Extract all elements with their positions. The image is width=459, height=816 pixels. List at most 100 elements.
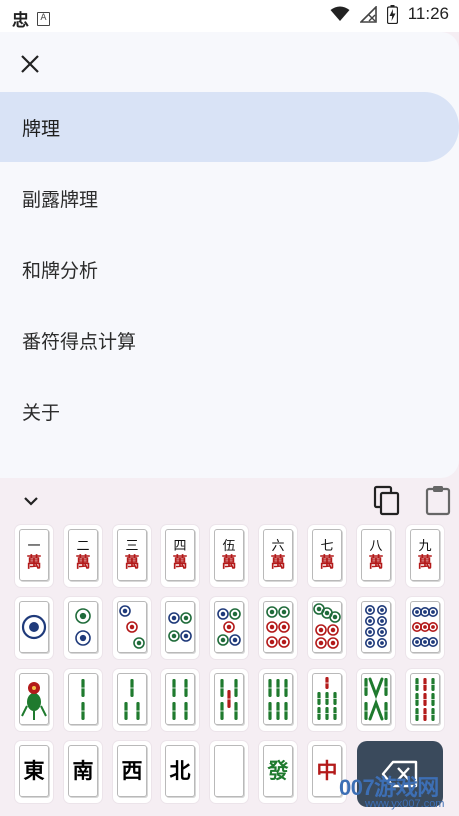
tile-suit: 萬: [221, 552, 237, 571]
site-watermark: 007游戏网 www.yx007.com: [335, 770, 459, 816]
tile-face: [410, 673, 440, 725]
tile-green-dragon[interactable]: 發: [259, 741, 297, 803]
tile-number: 八: [369, 538, 383, 554]
pin-2-icon: [75, 608, 91, 646]
battery-charging-icon: [386, 4, 398, 24]
tile-white-dragon[interactable]: [210, 741, 248, 803]
tile-4s[interactable]: [161, 669, 199, 731]
pin-dot-center: [380, 630, 384, 634]
tile-face: 二萬: [68, 529, 98, 581]
tile-suit: 萬: [75, 552, 91, 571]
tile-3m[interactable]: 三萬: [113, 525, 151, 587]
close-button[interactable]: [14, 48, 46, 80]
tile-face: 九萬: [410, 529, 440, 581]
tile-face: [68, 601, 98, 653]
tile-2s[interactable]: [64, 669, 102, 731]
bird-icon: [21, 682, 47, 720]
tile-1m[interactable]: 一萬: [15, 525, 53, 587]
menu-item-tile-efficiency[interactable]: 牌理: [0, 92, 459, 162]
menu-item-score-calculator[interactable]: 番符得点计算: [0, 305, 459, 375]
tile-4m[interactable]: 四萬: [161, 525, 199, 587]
collapse-keyboard-button[interactable]: [18, 488, 44, 514]
pin-dot-center: [380, 641, 384, 645]
tile-face: 三萬: [117, 529, 147, 581]
tile-8s[interactable]: [357, 669, 395, 731]
tile-south[interactable]: 南: [64, 741, 102, 803]
tile-west[interactable]: 西: [113, 741, 151, 803]
tile-suit: 萬: [417, 552, 433, 571]
tile-face: [165, 673, 195, 725]
tile-8m[interactable]: 八萬: [357, 525, 395, 587]
pin-dot-center: [220, 637, 226, 643]
tile-east[interactable]: 東: [15, 741, 53, 803]
tile-number: 六: [271, 538, 285, 554]
sou-2-icon: [81, 679, 85, 720]
tile-9m[interactable]: 九萬: [406, 525, 444, 587]
tile-5s[interactable]: [210, 669, 248, 731]
tile-face: [165, 601, 195, 653]
tile-6s[interactable]: [259, 669, 297, 731]
menu-item-winning-hand-analysis[interactable]: 和牌分析: [0, 234, 459, 304]
tile-face: [361, 673, 391, 725]
app-notification-glyph: 忠: [12, 11, 29, 31]
pin-dot-center: [316, 606, 322, 612]
pin-dot-center: [281, 624, 287, 630]
bird-body: [27, 693, 41, 711]
bamboo-stick: [368, 677, 384, 700]
tile-face: [19, 601, 49, 653]
tile-face: [68, 673, 98, 725]
pin-dot-center: [220, 611, 226, 617]
pin-dot-center: [423, 625, 427, 629]
pin-dot-center: [122, 608, 128, 614]
menu-item-label: 牌理: [22, 117, 61, 140]
tile-number: 九: [418, 538, 432, 554]
menu-item-meld-efficiency[interactable]: 副露牌理: [0, 163, 459, 233]
tile-3p[interactable]: [113, 597, 151, 659]
tile-6m[interactable]: 六萬: [259, 525, 297, 587]
pin-dot-center: [79, 634, 87, 642]
tile-2p[interactable]: [64, 597, 102, 659]
pin-dot-center: [368, 630, 372, 634]
tile-5m[interactable]: 伍萬: [210, 525, 248, 587]
pin-9-icon: [412, 607, 438, 647]
tile-1p[interactable]: [15, 597, 53, 659]
tile-7s[interactable]: [308, 669, 346, 731]
tile-face: [312, 673, 342, 725]
copy-button[interactable]: [372, 484, 402, 516]
tile-3s[interactable]: [113, 669, 151, 731]
pin-dot-center: [324, 610, 330, 616]
pin-8-icon: [365, 605, 387, 648]
tile-8p[interactable]: [357, 597, 395, 659]
tile-9p[interactable]: [406, 597, 444, 659]
bamboo-stick: [368, 698, 384, 721]
tile-4p[interactable]: [161, 597, 199, 659]
pin-dot-center: [136, 640, 142, 646]
close-icon: [21, 55, 39, 73]
navigation-drawer: 牌理 副露牌理 和牌分析 番符得点计算 关于: [0, 32, 459, 478]
tile-5p[interactable]: [210, 597, 248, 659]
tile-7p[interactable]: [308, 597, 346, 659]
tile-6p[interactable]: [259, 597, 297, 659]
tile-2m[interactable]: 二萬: [64, 525, 102, 587]
tile-glyph: 西: [121, 758, 143, 783]
paste-button[interactable]: [424, 484, 452, 516]
tile-face: 伍萬: [214, 529, 244, 581]
tile-1s[interactable]: [15, 669, 53, 731]
pin-dot-center: [368, 641, 372, 645]
pin-dot-center: [281, 609, 287, 615]
sou-8-icon: [364, 677, 388, 721]
menu-item-about[interactable]: 关于: [0, 376, 459, 446]
pin-dot-center: [415, 610, 419, 614]
pin-dot-center: [79, 612, 87, 620]
tile-keyboard-header: [0, 478, 459, 522]
tile-7m[interactable]: 七萬: [308, 525, 346, 587]
tile-9s[interactable]: [406, 669, 444, 731]
watermark-url: www.yx007.com: [365, 798, 445, 810]
pin-dot-center: [368, 619, 372, 623]
tile-suit: 萬: [319, 552, 335, 571]
pin-dot-center: [269, 639, 275, 645]
pin-dot-center: [183, 633, 189, 639]
tile-north[interactable]: 北: [161, 741, 199, 803]
status-right: 11:26: [330, 4, 449, 24]
pin-dot-center: [423, 640, 427, 644]
